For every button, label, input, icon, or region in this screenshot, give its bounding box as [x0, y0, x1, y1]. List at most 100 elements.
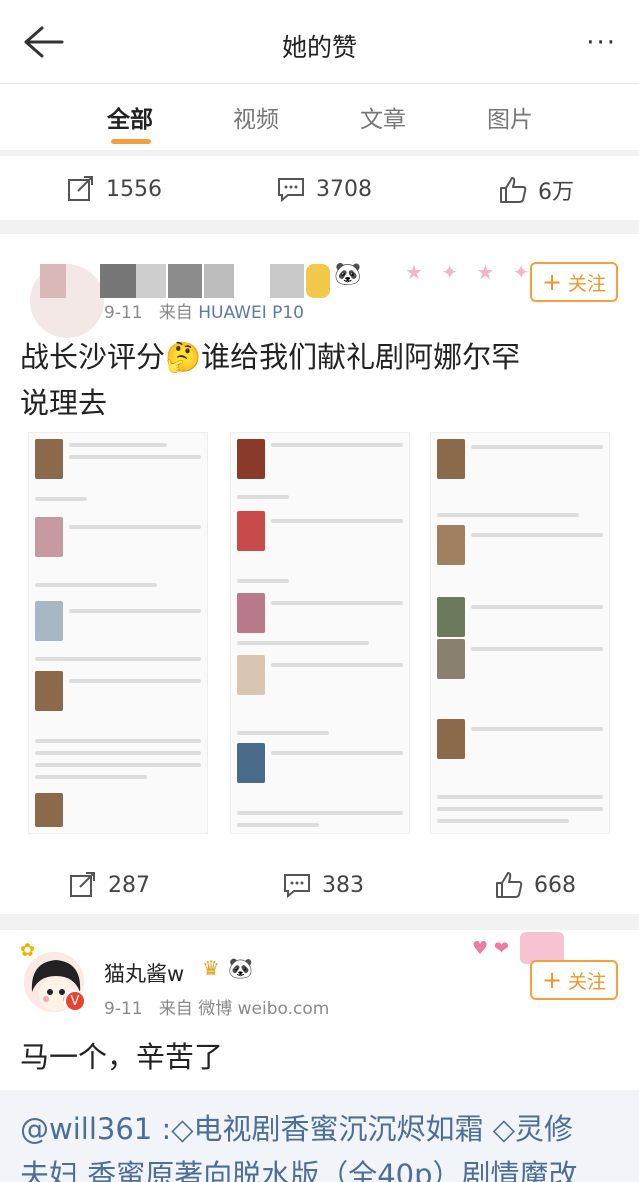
post-text-line: 说理去 — [20, 386, 108, 420]
image-thumb — [35, 517, 63, 557]
follow-label: 关注 — [568, 970, 607, 993]
repost-icon — [68, 176, 93, 201]
post-time: 9-11 — [104, 303, 143, 323]
plus-icon: + — [541, 268, 563, 296]
prev-post-action-bar: 1556 3708 6万 — [0, 156, 639, 220]
source-prefix: 来自 — [158, 999, 193, 1019]
post-image[interactable] — [28, 432, 208, 834]
post-image[interactable] — [230, 432, 410, 834]
tab-all[interactable]: 全部 — [107, 100, 153, 134]
like-button[interactable]: 6万 — [498, 174, 574, 206]
image-thumb — [237, 511, 265, 551]
image-text — [437, 795, 603, 799]
like-count: 668 — [534, 872, 576, 898]
follow-button[interactable]: + 关注 — [530, 262, 618, 302]
image-text — [237, 641, 369, 645]
panda-emoji-icon: 🐼 — [334, 262, 362, 287]
comment-text: 马一个，辛苦了 — [20, 1040, 224, 1074]
filter-tabs: 全部 视频 文章 图片 — [0, 84, 639, 150]
image-thumb — [35, 439, 63, 479]
image-text — [471, 727, 603, 731]
follow-button[interactable]: + 关注 — [530, 960, 618, 1000]
image-text — [69, 609, 201, 613]
comment-meta: 9-11 来自 微博 weibo.com — [104, 994, 329, 1019]
post-action-bar: 287 383 668 — [0, 852, 639, 916]
image-text — [471, 445, 603, 449]
tab-image[interactable]: 图片 — [487, 100, 533, 134]
image-thumb — [437, 597, 465, 637]
image-text — [437, 807, 603, 811]
image-text — [271, 519, 403, 523]
repost-count: 1556 — [106, 176, 162, 202]
image-text — [271, 443, 403, 447]
image-text — [271, 751, 403, 755]
image-text — [35, 657, 201, 661]
repost-button[interactable]: 1556 — [66, 174, 162, 204]
image-text — [437, 819, 569, 823]
post-image[interactable] — [430, 432, 610, 834]
quoted-post-text[interactable]: @will361 :◇电视剧香蜜沉沉烬如霜 ◇灵修 — [20, 1106, 573, 1148]
image-text — [69, 679, 201, 683]
image-thumb — [437, 639, 465, 679]
comment-user-name[interactable]: 猫丸酱w — [104, 958, 184, 988]
panda-emoji-icon: 🐼 — [228, 956, 253, 980]
comment-count: 383 — [322, 872, 364, 898]
comment-card[interactable]: V ✿ 猫丸酱w ♛ 🐼 9-11 来自 微博 weibo.com ♥ ❤ + … — [0, 930, 639, 1090]
image-text — [35, 751, 201, 755]
liked-post-card[interactable]: 🐼 9-11 来自 HUAWEI P10 ★ ✦ ★ ✦ + 关注 战长沙评分🤔… — [0, 234, 639, 916]
page-title: 她的赞 — [281, 33, 357, 62]
verified-badge-icon: V — [64, 990, 86, 1012]
image-text — [69, 525, 201, 529]
image-thumb — [35, 793, 63, 827]
top-nav-bar: 她的赞 ··· — [0, 0, 639, 84]
image-thumb — [35, 671, 63, 711]
image-text — [271, 663, 403, 667]
thumbs-up-icon — [496, 872, 523, 898]
image-thumb — [35, 601, 63, 641]
repost-button[interactable]: 287 — [68, 870, 150, 900]
comment-icon — [278, 178, 304, 203]
source-prefix: 来自 — [158, 303, 193, 323]
image-text — [237, 579, 289, 583]
quoted-post[interactable]: @will361 :◇电视剧香蜜沉沉烬如霜 ◇灵修 夫妇 香蜜原著向脱水版（全4… — [0, 1090, 639, 1182]
comment-button[interactable]: 3708 — [276, 174, 372, 204]
repost-count: 287 — [108, 872, 150, 898]
quoted-post-text[interactable]: 夫妇 香蜜原著向脱水版（全40p）剧情魔改 — [20, 1152, 578, 1182]
image-text — [471, 647, 603, 651]
post-text: 战长沙评分🤔谁给我们献礼剧阿娜尔罕 说理去 — [20, 334, 620, 426]
image-text — [237, 823, 319, 827]
image-text — [35, 763, 201, 767]
image-text — [437, 513, 579, 517]
name-mosaic — [40, 264, 66, 298]
image-text — [35, 583, 157, 587]
divider — [0, 220, 639, 234]
more-menu-icon[interactable]: ··· — [586, 28, 617, 58]
like-count: 6万 — [538, 180, 574, 205]
plus-icon: + — [541, 966, 563, 994]
follow-label: 关注 — [568, 272, 607, 295]
active-tab-indicator — [111, 139, 151, 144]
name-mosaic — [204, 264, 234, 298]
comment-button[interactable]: 383 — [282, 870, 364, 900]
crown-icon: ♛ — [202, 956, 220, 980]
thumbs-up-icon — [500, 177, 527, 203]
like-button[interactable]: 668 — [494, 870, 576, 900]
image-text — [271, 601, 403, 605]
image-thumb — [237, 655, 265, 695]
comment-icon — [284, 874, 310, 899]
image-text — [35, 497, 87, 501]
post-text-line: 战长沙评分🤔谁给我们献礼剧阿娜尔罕 — [20, 340, 521, 374]
tab-video[interactable]: 视频 — [233, 100, 279, 134]
image-text — [35, 739, 201, 743]
badge-icon — [306, 264, 330, 298]
image-text — [471, 605, 603, 609]
image-text — [69, 455, 201, 459]
post-meta: 9-11 来自 HUAWEI P10 — [104, 298, 304, 323]
name-mosaic — [168, 264, 202, 298]
name-mosaic — [136, 264, 166, 298]
tab-article[interactable]: 文章 — [360, 100, 406, 134]
post-source[interactable]: HUAWEI P10 — [198, 303, 304, 323]
image-thumb — [237, 593, 265, 633]
image-thumb — [237, 743, 265, 783]
image-text — [237, 495, 289, 499]
